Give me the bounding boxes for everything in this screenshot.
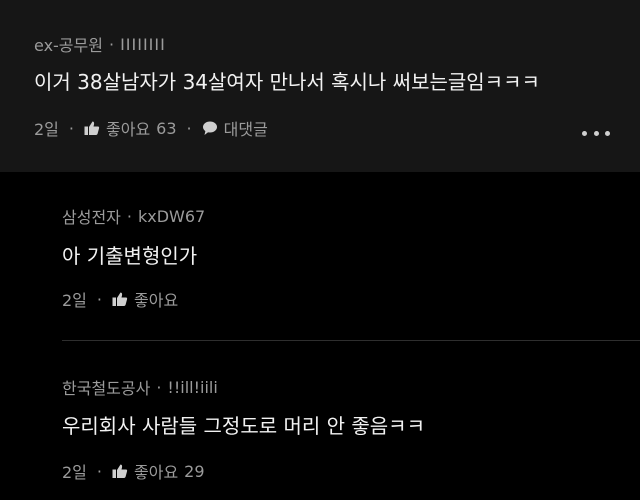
reply-divider	[62, 340, 640, 341]
reply-time: 2일	[62, 463, 87, 482]
separator-dot: ·	[96, 461, 102, 481]
thumbs-up-icon	[112, 463, 128, 479]
like-count: 63	[156, 118, 177, 138]
comment-time: 2일	[34, 120, 59, 139]
like-label: 좋아요	[134, 291, 179, 310]
reply-meta-row: 2일 · 좋아요 29	[62, 459, 205, 483]
separator-dot: ·	[108, 34, 115, 54]
comment-thread: ex-공무원 · IIIIIIII 이거 38살남자가 34살여자 만나서 혹시…	[0, 0, 640, 500]
reply-meta-row: 2일 · 좋아요	[62, 287, 178, 311]
reply-author-row: 한국철도공사 · !!ill!iili	[62, 375, 218, 399]
comment-author[interactable]: ex-공무원	[34, 32, 103, 56]
like-button[interactable]: 좋아요 63	[84, 116, 177, 140]
separator-dot: ·	[156, 377, 162, 397]
main-comment: ex-공무원 · IIIIIIII 이거 38살남자가 34살여자 만나서 혹시…	[0, 0, 640, 172]
reply-handle: !!ill!iili	[167, 377, 218, 397]
reply-author[interactable]: 한국철도공사	[62, 375, 150, 399]
thumbs-up-icon	[84, 120, 100, 136]
reply-label: 대댓글	[223, 120, 268, 139]
reply-text: 아 기출변형인가	[62, 244, 198, 268]
thumbs-up-icon	[112, 291, 128, 307]
like-label: 좋아요	[106, 120, 151, 139]
comment-text: 이거 38살남자가 34살여자 만나서 혹시나 써보는글임ㅋㅋㅋ	[34, 70, 540, 94]
like-button[interactable]: 좋아요	[112, 287, 178, 311]
more-dots-icon[interactable]	[582, 124, 610, 142]
comment-meta-row: 2일 · 좋아요 63 · 대댓글	[34, 116, 268, 140]
comment-author-row: ex-공무원 · IIIIIIII	[34, 32, 166, 56]
reply-handle: kxDW67	[137, 206, 206, 226]
separator-dot: ·	[126, 206, 132, 226]
reply-time: 2일	[62, 291, 87, 310]
separator-dot: ·	[68, 118, 74, 138]
reply-author[interactable]: 삼성전자	[62, 204, 121, 228]
comment-handle: IIIIIIII	[120, 34, 166, 54]
separator-dot: ·	[186, 118, 192, 138]
like-button[interactable]: 좋아요 29	[112, 459, 205, 483]
separator-dot: ·	[96, 289, 102, 309]
reply-button[interactable]: 대댓글	[202, 116, 268, 140]
reply-author-row: 삼성전자 · kxDW67	[62, 204, 205, 228]
reply-text: 우리회사 사람들 그정도로 머리 안 좋음ㅋㅋ	[62, 414, 425, 438]
speech-bubble-icon	[202, 120, 218, 136]
like-label: 좋아요	[134, 463, 179, 482]
like-count: 29	[184, 461, 205, 481]
